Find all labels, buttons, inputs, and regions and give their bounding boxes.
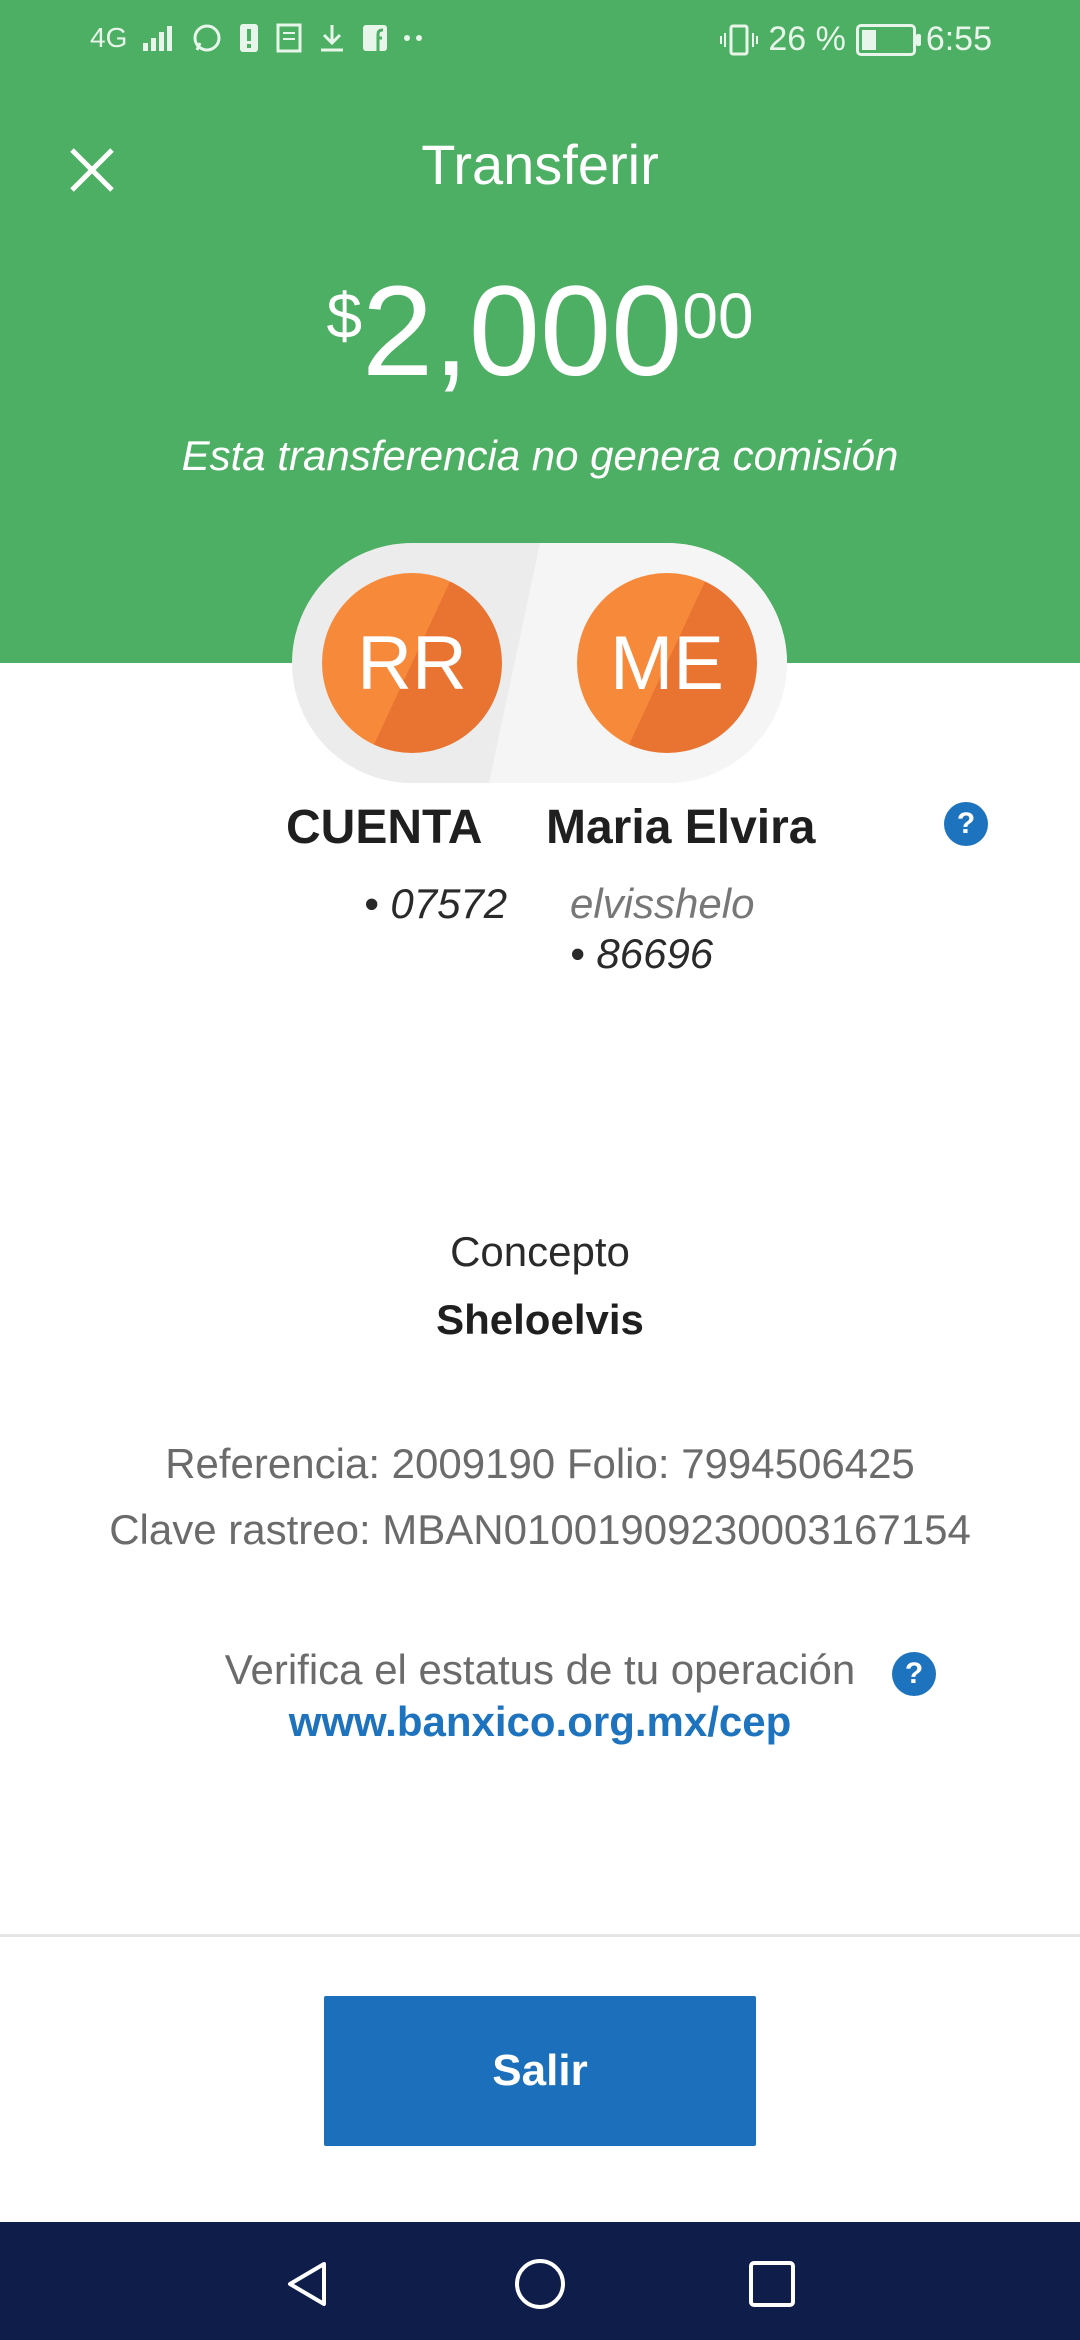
status-bar: 4G 26 % 6:55 [0, 0, 1080, 84]
destination-name: Maria Elvira [546, 801, 816, 854]
recents-icon [749, 2261, 795, 2307]
footer-divider [0, 1934, 1080, 1937]
verify-help-icon[interactable]: ? [892, 1652, 936, 1696]
exit-button[interactable]: Salir [324, 1996, 756, 2146]
download-icon [321, 25, 344, 52]
battery-icon [855, 23, 921, 56]
battery-level [861, 29, 876, 50]
origin-avatar: RR [322, 573, 502, 753]
amount-integer: 2,000 [362, 260, 683, 403]
reference-folio: Referencia: 2009190 Folio: 7994506425 [165, 1440, 915, 1487]
banxico-link[interactable]: www.banxico.org.mx/cep [0, 1698, 1080, 1746]
destination-avatar: ME [577, 573, 757, 753]
news-icon [276, 23, 302, 53]
accounts-pill: RR ME [292, 543, 787, 783]
nav-back-button[interactable] [280, 2256, 336, 2312]
status-icons-left: 4G [90, 22, 425, 54]
battery-percent: 26 % [768, 20, 846, 58]
concept-value: Sheloelvis [436, 1296, 644, 1343]
concept-label: Concepto [450, 1228, 630, 1275]
amount-currency: $ [326, 280, 363, 352]
home-icon [515, 2259, 565, 2309]
destination-account: • 86696 [570, 930, 714, 977]
destination-alias: elvisshelo [570, 880, 755, 927]
vibrate-icon [720, 24, 759, 55]
origin-account: • 07572 [364, 880, 508, 927]
whatsapp-icon [193, 24, 221, 52]
tracking-key: Clave rastreo: MBAN01001909230003167154 [109, 1506, 971, 1553]
amount-decimals: 00 [682, 280, 754, 352]
nav-recents-button[interactable] [744, 2256, 800, 2312]
transfer-amount: $2,00000 [0, 268, 1080, 396]
origin-name: CUENTA [286, 801, 483, 854]
signal-icon [143, 26, 173, 51]
more-notifications-icon [404, 35, 423, 41]
destination-help-icon[interactable]: ? [944, 802, 988, 846]
clock: 6:55 [925, 20, 992, 58]
status-icons-right: 26 % 6:55 [720, 20, 992, 59]
alert-icon [240, 24, 259, 52]
nav-home-button[interactable] [512, 2256, 568, 2312]
page-title: Transferir [421, 133, 659, 196]
network-indicator: 4G [90, 22, 128, 53]
back-icon [288, 2262, 326, 2306]
commission-note: Esta transferencia no genera comisión [181, 432, 899, 479]
system-nav-bar [0, 2222, 1080, 2340]
facebook-icon [363, 25, 388, 51]
